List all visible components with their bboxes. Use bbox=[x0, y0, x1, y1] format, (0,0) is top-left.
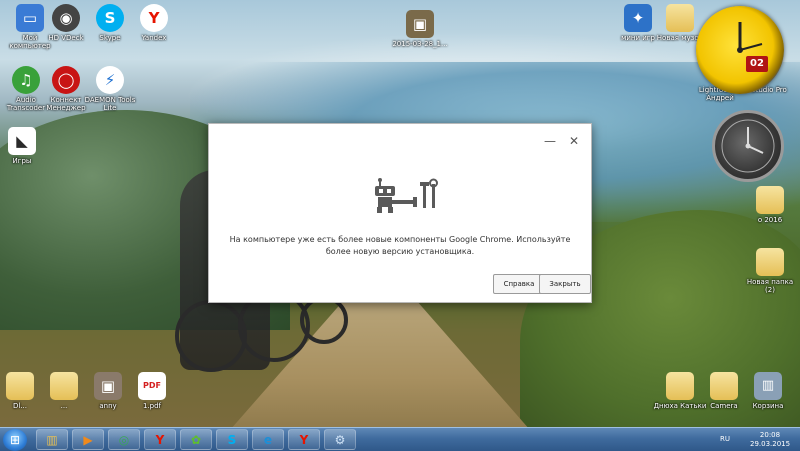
skype-icon: S bbox=[96, 4, 124, 32]
taskbar-item-setup[interactable]: ⚙ bbox=[324, 429, 356, 450]
minimize-icon: — bbox=[544, 134, 556, 148]
explorer-icon: ▥ bbox=[46, 432, 58, 447]
desktop-icon-label: Camera bbox=[710, 402, 738, 410]
desktop-icon-label: Новая папка (2) bbox=[746, 278, 794, 294]
taskbar-item-chrome[interactable]: ◎ bbox=[108, 429, 140, 450]
taskbar-item-yandex-browser[interactable]: Y bbox=[144, 429, 176, 450]
wallpaper-bike-wheel bbox=[300, 296, 348, 344]
desktop-icon-label: мини игр bbox=[621, 34, 655, 42]
image-file-icon: ▣ bbox=[94, 372, 122, 400]
close-button[interactable]: ✕ bbox=[567, 134, 581, 148]
image-file-icon: ▣ bbox=[406, 10, 434, 38]
dialog-message: На компьютере уже есть более новые компо… bbox=[229, 235, 571, 256]
taskbar: ⊞ ▥ ▶ ◎ Y ✿ S e Y ⚙ RU 20:08 29.03.2015 bbox=[0, 427, 800, 451]
desktop-icon-label: Dl... bbox=[12, 402, 27, 410]
connect-manager-icon: ◯ bbox=[52, 66, 80, 94]
close-dialog-button[interactable]: Закрыть bbox=[539, 274, 591, 294]
tray-clock[interactable]: 20:08 29.03.2015 bbox=[750, 431, 790, 449]
folder-icon bbox=[756, 186, 784, 214]
clock-face-icon bbox=[737, 22, 763, 53]
chrome-icon: ◎ bbox=[118, 432, 130, 447]
desktop-icon-label: о 2016 bbox=[757, 216, 783, 224]
yandex-browser-icon: Y bbox=[155, 432, 165, 447]
taskbar-item-yandex[interactable]: Y bbox=[288, 429, 320, 450]
desktop-icon-folder-2016[interactable]: о 2016 bbox=[742, 186, 798, 224]
help-button[interactable]: Справка bbox=[493, 274, 545, 294]
taskbar-item-media-player[interactable]: ▶ bbox=[72, 429, 104, 450]
desktop-icon-label: 1.pdf bbox=[142, 402, 162, 410]
folder-icon bbox=[50, 372, 78, 400]
desktop-icon-pdf[interactable]: PDF 1.pdf bbox=[124, 372, 180, 410]
yandex-icon: Y bbox=[299, 432, 309, 447]
folder-icon bbox=[6, 372, 34, 400]
desktop-icon-label: Игры bbox=[12, 157, 32, 165]
desktop-icon-label: Yandex bbox=[141, 34, 167, 42]
media-player-icon: ▶ bbox=[83, 432, 93, 447]
yandex-icon: Y bbox=[140, 4, 168, 32]
language-indicator[interactable]: RU bbox=[720, 435, 730, 443]
desktop-icon-yandex[interactable]: Y Yandex bbox=[126, 4, 182, 42]
chrome-installer-dialog: — ✕ На компьютере уже есть более новые к… bbox=[208, 123, 592, 303]
desktop-icon-label: Skype bbox=[99, 34, 121, 42]
icq-icon: ✿ bbox=[190, 432, 202, 447]
clock-gadget-day: 02 bbox=[746, 56, 768, 72]
folder-icon bbox=[756, 248, 784, 276]
robot-with-tools-icon bbox=[375, 178, 438, 213]
taskbar-item-icq[interactable]: ✿ bbox=[180, 429, 212, 450]
start-button[interactable]: ⊞ bbox=[3, 429, 27, 451]
desktop-icon-label: HD VDeck bbox=[48, 34, 84, 42]
skype-icon: S bbox=[227, 432, 237, 447]
desktop-icon-label: Корзина bbox=[752, 402, 784, 410]
speaker-icon: ◉ bbox=[52, 4, 80, 32]
desktop-icon-recycle-bin[interactable]: ▥ Корзина bbox=[740, 372, 796, 410]
analog-clock-gadget[interactable] bbox=[712, 110, 784, 182]
windows-logo-icon: ⊞ bbox=[9, 433, 21, 447]
desktop-icon-label: ... bbox=[60, 402, 68, 410]
recycle-bin-icon: ▥ bbox=[754, 372, 782, 400]
desktop-icon-label: Коннект Менеджер bbox=[46, 96, 86, 112]
setup-icon: ⚙ bbox=[334, 432, 346, 447]
tray-date: 29.03.2015 bbox=[750, 440, 791, 448]
desktop-icon-games[interactable]: ◣ Игры bbox=[0, 127, 50, 165]
wallpaper-bike-wheel bbox=[175, 300, 247, 372]
taskbar-item-ie[interactable]: e bbox=[252, 429, 284, 450]
clock-face-icon bbox=[721, 119, 775, 173]
desktop-icon-new-folder[interactable]: Новая папка (2) bbox=[742, 248, 798, 294]
desktop-icon-label: anny bbox=[99, 402, 117, 410]
taskbar-item-explorer[interactable]: ▥ bbox=[36, 429, 68, 450]
tray-time: 20:08 bbox=[759, 431, 781, 439]
desktop-icon-image-file[interactable]: ▣ 2015-03-28_1... bbox=[392, 10, 448, 48]
desktop-icon-label: 2015-03-28_1... bbox=[392, 40, 448, 48]
daemon-tools-icon: ⚡ bbox=[96, 66, 124, 94]
desktop-icon-label: DAEMON Tools Lite bbox=[84, 96, 136, 112]
games-icon: ◣ bbox=[8, 127, 36, 155]
close-icon: ✕ bbox=[568, 134, 580, 148]
folder-icon bbox=[710, 372, 738, 400]
taskbar-item-skype[interactable]: S bbox=[216, 429, 248, 450]
folder-icon bbox=[666, 372, 694, 400]
minimize-button[interactable]: — bbox=[543, 134, 557, 148]
folder-icon bbox=[666, 4, 694, 32]
ie-icon: e bbox=[263, 432, 273, 447]
transcoder-icon: ♫ bbox=[12, 66, 40, 94]
clock-gadget[interactable]: 02 bbox=[696, 6, 784, 94]
games-shortcut-icon: ✦ bbox=[624, 4, 652, 32]
desktop-icon-daemon-tools[interactable]: ⚡ DAEMON Tools Lite bbox=[82, 66, 138, 112]
pdf-icon: PDF bbox=[138, 372, 166, 400]
